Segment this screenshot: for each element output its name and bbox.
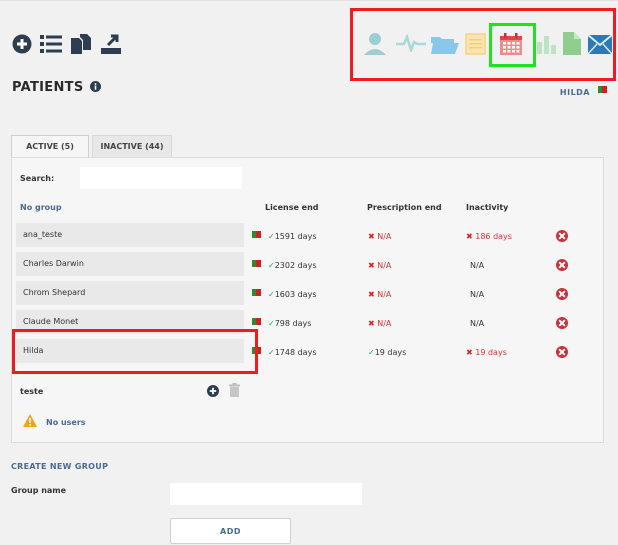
prescription-cell: ✖ N/A xyxy=(368,261,392,270)
flag-icon xyxy=(252,260,261,267)
license-cell: ✓2302 days xyxy=(268,261,317,270)
cross-icon: ✖ xyxy=(466,348,473,357)
copy-files-icon[interactable] xyxy=(70,33,92,55)
search-label: Search: xyxy=(20,174,55,183)
tab-inactive[interactable]: INACTIVE (44) xyxy=(92,135,172,157)
create-group-title: CREATE NEW GROUP xyxy=(11,462,109,471)
license-cell: ✓1603 days xyxy=(268,290,317,299)
list-icon[interactable] xyxy=(40,35,62,53)
group-label-no-group: No group xyxy=(20,203,62,212)
flag-icon xyxy=(252,231,261,238)
cross-icon: ✖ xyxy=(368,261,375,270)
prescription-cell: ✖ N/A xyxy=(368,232,392,241)
check-icon: ✓ xyxy=(268,348,275,357)
user-name: HILDA xyxy=(559,88,590,97)
delete-icon[interactable] xyxy=(556,230,568,242)
column-inactivity: Inactivity xyxy=(466,203,509,212)
trash-icon[interactable] xyxy=(229,383,240,397)
calendar-highlight xyxy=(489,23,536,67)
flag-icon xyxy=(252,318,261,325)
flag-icon xyxy=(252,289,261,296)
export-icon[interactable] xyxy=(100,33,122,55)
group-name: teste xyxy=(20,387,44,396)
cross-icon: ✖ xyxy=(368,290,375,299)
inactivity-cell: N/A xyxy=(470,290,485,299)
user-flag-icon xyxy=(598,86,607,93)
cross-icon: ✖ xyxy=(368,319,375,328)
license-cell: ✓1591 days xyxy=(268,232,317,241)
row-highlight xyxy=(12,329,258,374)
group-name-label: Group name xyxy=(11,486,67,495)
plus-circle-icon[interactable] xyxy=(12,34,32,54)
license-cell: ✓798 days xyxy=(268,319,312,328)
no-users-text: No users xyxy=(46,418,86,427)
cross-icon: ✖ xyxy=(466,232,473,241)
prescription-cell: ✖ N/A xyxy=(368,319,392,328)
prescription-cell: ✓19 days xyxy=(368,348,407,357)
inactivity-cell: N/A xyxy=(470,261,485,270)
add-group-button[interactable]: ADD xyxy=(170,518,291,544)
search-input[interactable] xyxy=(80,167,242,189)
delete-icon[interactable] xyxy=(556,317,568,329)
check-icon: ✓ xyxy=(268,319,275,328)
warning-icon xyxy=(23,414,37,427)
delete-icon[interactable] xyxy=(556,288,568,300)
column-prescription-end: Prescription end xyxy=(367,203,442,212)
patient-row-name[interactable]: ana_teste xyxy=(16,223,244,247)
check-icon: ✓ xyxy=(268,261,275,270)
column-license-end: License end xyxy=(265,203,319,212)
check-icon: ✓ xyxy=(268,232,275,241)
inactivity-cell: N/A xyxy=(470,319,485,328)
tab-active[interactable]: ACTIVE (5) xyxy=(11,135,89,157)
group-name-input[interactable] xyxy=(170,483,362,505)
check-icon: ✓ xyxy=(368,348,375,357)
toolbar-highlight xyxy=(350,8,616,81)
prescription-cell: ✖ N/A xyxy=(368,290,392,299)
add-to-group-icon[interactable] xyxy=(207,385,219,397)
patient-row-name[interactable]: Chrom Shepard xyxy=(16,281,244,305)
inactivity-cell: ✖ 19 days xyxy=(466,348,507,357)
delete-icon[interactable] xyxy=(556,259,568,271)
inactivity-cell: ✖ 186 days xyxy=(466,232,512,241)
cross-icon: ✖ xyxy=(368,232,375,241)
license-cell: ✓1748 days xyxy=(268,348,317,357)
patient-row-name[interactable]: Charles Darwin xyxy=(16,252,244,276)
page-title: PATIENTS xyxy=(12,80,102,95)
top-divider xyxy=(0,0,618,1)
info-icon[interactable] xyxy=(90,81,102,92)
delete-icon[interactable] xyxy=(556,346,568,358)
check-icon: ✓ xyxy=(268,290,275,299)
